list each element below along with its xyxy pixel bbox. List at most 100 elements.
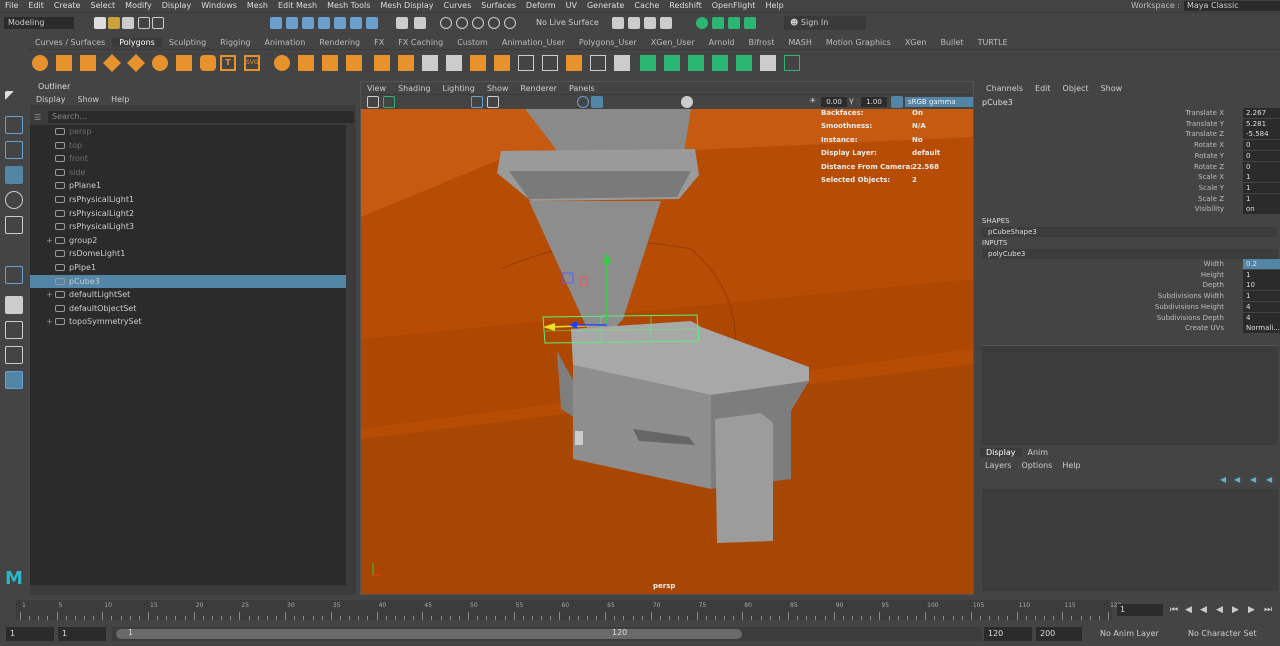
extrude-icon[interactable] — [398, 55, 414, 71]
viewport-menu-view[interactable]: View — [361, 84, 392, 93]
outliner-item[interactable]: + group2 — [30, 234, 346, 247]
playback-start-field[interactable]: 1 — [58, 627, 106, 641]
menu-cache[interactable]: Cache — [629, 1, 664, 10]
render-current-frame-icon[interactable] — [628, 17, 640, 29]
gamma-icon[interactable]: γ — [849, 96, 861, 108]
shelf-tab-polygons[interactable]: Polygons — [112, 37, 162, 47]
combine-icon[interactable] — [274, 55, 290, 71]
lasso-tool-icon[interactable] — [5, 116, 23, 134]
menu-create[interactable]: Create — [49, 1, 86, 10]
outliner-search-input[interactable]: Search... — [48, 111, 354, 123]
expand-icon[interactable]: + — [46, 234, 53, 247]
shelf-tab-bifrost[interactable]: Bifrost — [742, 38, 782, 47]
transfer-attributes-icon[interactable] — [784, 55, 800, 71]
outliner-item[interactable]: front — [30, 152, 346, 165]
outliner-menu-show[interactable]: Show — [72, 95, 106, 104]
outliner-layout-icon[interactable] — [5, 371, 23, 389]
menu-mesh-display[interactable]: Mesh Display — [375, 1, 438, 10]
play-backward-icon[interactable]: ◀ — [1216, 605, 1225, 615]
lock-selection-icon[interactable] — [396, 17, 408, 29]
rotate-tool-icon[interactable] — [5, 191, 23, 209]
undo-icon[interactable] — [138, 17, 150, 29]
outliner-vscrollbar[interactable] — [346, 125, 356, 585]
spherical-uv-icon[interactable] — [712, 55, 728, 71]
menu-help[interactable]: Help — [760, 1, 788, 10]
step-back-key-icon[interactable]: ◀ — [1185, 605, 1194, 615]
merge-icon[interactable] — [590, 55, 606, 71]
color-management-icon[interactable] — [891, 96, 903, 108]
playback-end-field[interactable]: 120 — [984, 627, 1032, 641]
move-layer-up-icon[interactable]: ◀ — [1220, 475, 1226, 484]
channel-menu-show[interactable]: Show — [1095, 84, 1129, 93]
grid-toggle-icon[interactable] — [471, 96, 483, 108]
mirror-icon[interactable] — [322, 55, 338, 71]
go-to-end-icon[interactable]: ⏭ — [1264, 605, 1273, 615]
workspace-selector[interactable]: Workspace : Maya Classic — [1131, 0, 1280, 11]
shelf-tab-arnold[interactable]: Arnold — [702, 38, 742, 47]
shelf-tab-animation-user[interactable]: Animation_User — [495, 38, 572, 47]
animation-start-field[interactable]: 1 — [6, 627, 54, 641]
input-node[interactable]: polyCube3 — [982, 249, 1278, 259]
automatic-uv-icon[interactable] — [664, 55, 680, 71]
new-scene-icon[interactable] — [94, 17, 106, 29]
viewport-menu-show[interactable]: Show — [481, 84, 515, 93]
move-tool-icon[interactable] — [5, 166, 23, 184]
menu-mesh-tools[interactable]: Mesh Tools — [322, 1, 375, 10]
poly-cone-icon[interactable] — [102, 53, 122, 73]
highlight-selection-icon[interactable] — [414, 17, 426, 29]
new-layer-icon[interactable]: ◀ — [1250, 475, 1256, 484]
uv-mask-icon[interactable] — [366, 17, 378, 29]
layer-tab-display[interactable]: Display — [980, 448, 1022, 457]
menu-mesh[interactable]: Mesh — [242, 1, 273, 10]
single-perspective-layout-icon[interactable] — [5, 296, 23, 314]
channel-attribute-value[interactable]: 4 — [1243, 301, 1280, 312]
play-forward-icon[interactable]: ▶ — [1232, 605, 1241, 615]
channel-attribute-value[interactable]: 5.281 — [1243, 118, 1280, 129]
shelf-tab-rigging[interactable]: Rigging — [213, 38, 257, 47]
shelf-tab-motion-graphics[interactable]: Motion Graphics — [819, 38, 898, 47]
menu-curves[interactable]: Curves — [438, 1, 476, 10]
channel-menu-channels[interactable]: Channels — [980, 84, 1029, 93]
select-component-icon[interactable] — [302, 17, 314, 29]
menu-uv[interactable]: UV — [561, 1, 582, 10]
redshift-render-icon[interactable] — [696, 17, 708, 29]
outliner-item[interactable]: side — [30, 166, 346, 179]
smooth-icon[interactable] — [374, 55, 390, 71]
target-weld-icon[interactable] — [614, 55, 630, 71]
outliner-item[interactable]: + defaultLightSet — [30, 288, 346, 301]
insert-edge-loop-icon[interactable] — [518, 55, 534, 71]
camera-based-uv-icon[interactable] — [736, 55, 752, 71]
poly-pipe-icon[interactable] — [200, 55, 216, 71]
shelf-tab-animation[interactable]: Animation — [257, 38, 312, 47]
layer-menu-options[interactable]: Options — [1016, 461, 1057, 470]
channel-attribute-value[interactable]: -5.584 — [1243, 129, 1280, 140]
channel-attribute-value[interactable]: Normali... — [1243, 323, 1280, 334]
separate-icon[interactable] — [298, 55, 314, 71]
toggle-attribute-editor-icon[interactable] — [728, 17, 740, 29]
menu-display[interactable]: Display — [157, 1, 197, 10]
snap-grid-icon[interactable] — [440, 17, 452, 29]
select-hierarchy-icon[interactable] — [270, 17, 282, 29]
exposure-field[interactable]: 0.00 — [821, 97, 847, 107]
shelf-tab-turtle[interactable]: TURTLE — [971, 38, 1015, 47]
multi-cut-icon[interactable] — [422, 55, 438, 71]
shelf-tab-sculpting[interactable]: Sculpting — [162, 38, 213, 47]
toggle-modeling-toolkit-icon[interactable] — [712, 17, 724, 29]
channel-attribute-value[interactable]: 4 — [1243, 312, 1280, 323]
workspace-dropdown[interactable]: Maya Classic — [1184, 0, 1280, 11]
outliner-item[interactable]: persp — [30, 125, 346, 138]
menu-modify[interactable]: Modify — [120, 1, 157, 10]
poly-svg-icon[interactable]: SVG — [244, 55, 260, 71]
open-scene-icon[interactable] — [108, 17, 120, 29]
poly-cube-icon[interactable] — [56, 55, 72, 71]
bevel-icon[interactable] — [446, 55, 462, 71]
channel-attribute-value[interactable]: 2.267 — [1243, 108, 1280, 118]
four-view-layout-icon[interactable] — [5, 321, 23, 339]
vertex-mask-icon[interactable] — [318, 17, 330, 29]
poly-torus-icon[interactable] — [152, 55, 168, 71]
channel-attribute-value[interactable]: 0.2 — [1243, 259, 1280, 269]
poly-pyramid-icon[interactable] — [176, 55, 192, 71]
channel-attribute-value[interactable]: 1 — [1243, 182, 1280, 193]
layer-tab-anim[interactable]: Anim — [1022, 448, 1055, 457]
poly-plane-icon[interactable] — [126, 53, 146, 73]
